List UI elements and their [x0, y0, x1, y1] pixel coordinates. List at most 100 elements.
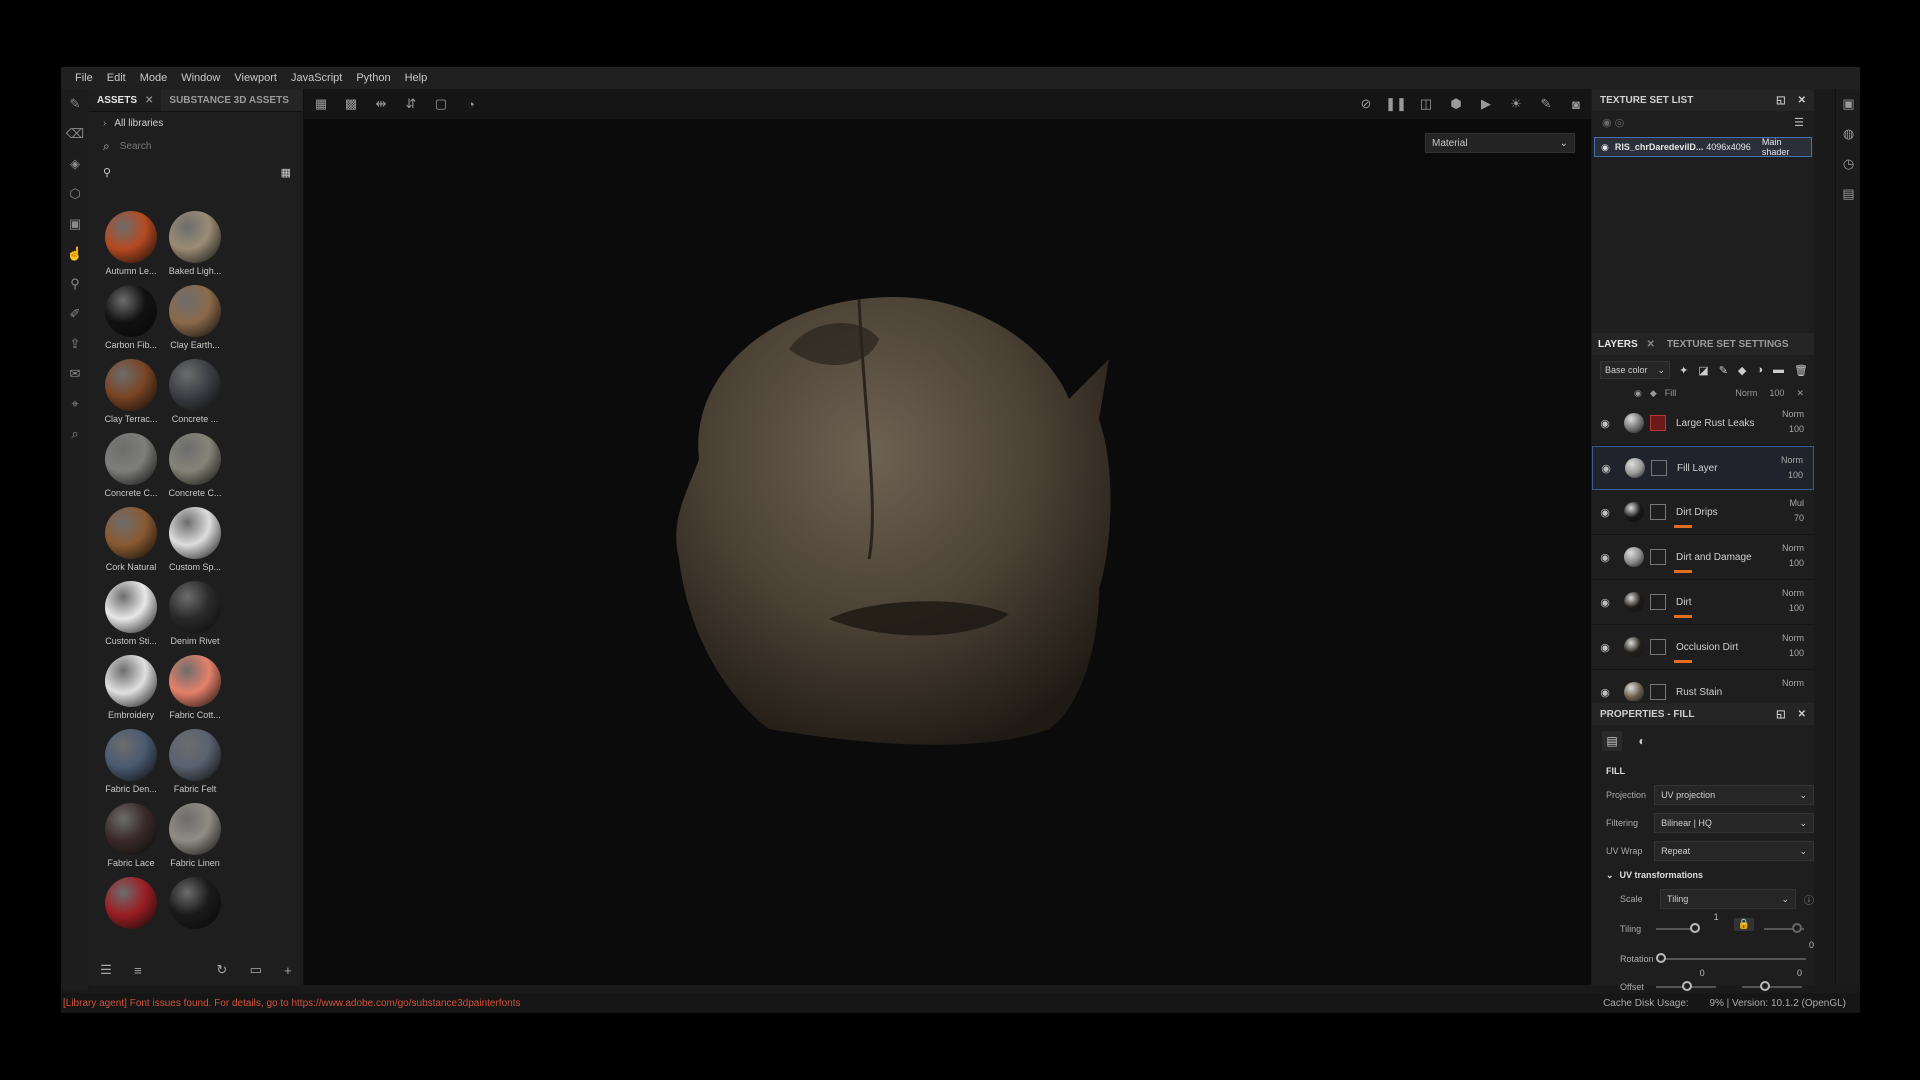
measure-icon[interactable]: ⌖ [61, 389, 89, 419]
zoom-icon[interactable]: ⌕ [61, 419, 89, 449]
add-fill-layer-icon[interactable]: ◆ [1738, 364, 1746, 377]
list-menu-icon[interactable]: ☰ [1794, 116, 1804, 129]
close-icon[interactable]: ✕ [1798, 95, 1806, 106]
tiling-slider[interactable]: 1 🔒 [1655, 912, 1814, 936]
smudge-icon[interactable]: ☝ [61, 239, 89, 269]
menu-item-javascript[interactable]: JavaScript [291, 72, 342, 84]
eye-icon[interactable]: ◉ [1634, 388, 1642, 399]
grid-icon[interactable]: ▦ [306, 96, 336, 112]
bake-icon[interactable]: ⇪ [61, 329, 89, 359]
asset-item[interactable]: Concrete C... [163, 431, 227, 503]
layer-blend[interactable]: Norm [1782, 676, 1804, 691]
layer-blend-mode[interactable]: Norm [1782, 588, 1804, 598]
history-icon[interactable]: ◔ [456, 97, 486, 112]
polygon-fill-icon[interactable]: ▣ [61, 209, 89, 239]
mask-thumbnail[interactable] [1650, 504, 1666, 520]
layer-blend[interactable]: Norm 100 [1782, 407, 1804, 437]
layer-blend-mode[interactable]: Norm [1782, 633, 1804, 643]
cube-icon[interactable]: ⬢ [1441, 96, 1471, 112]
filtering-select[interactable]: Bilinear | HQ ⌄ [1654, 813, 1814, 833]
layer-opacity[interactable]: 100 [1789, 424, 1804, 434]
asset-item[interactable]: Fabric Lace [99, 801, 163, 873]
tab-texture-set-settings[interactable]: TEXTURE SET SETTINGS [1661, 339, 1795, 350]
layer-opacity[interactable]: 100 [1789, 603, 1804, 613]
layer-row[interactable]: ◉ Dirt and Damage Norm 100 [1592, 535, 1814, 580]
asset-item[interactable]: Fabric Puc... [163, 875, 227, 929]
picker-icon[interactable]: ✐ [61, 299, 89, 329]
rotation-slider[interactable]: 0 [1655, 940, 1814, 966]
asset-item[interactable]: Custom Sti... [99, 579, 163, 651]
mask-thumbnail[interactable] [1650, 639, 1666, 655]
library-selector[interactable]: › All libraries [89, 112, 303, 134]
mask-thumbnail[interactable] [1650, 684, 1666, 700]
mask-thumbnail[interactable] [1650, 415, 1666, 431]
layer-blend[interactable]: Norm 100 [1782, 541, 1804, 571]
lock-icon[interactable]: 🔒 [1733, 918, 1755, 931]
header-blend[interactable]: Norm [1735, 388, 1757, 398]
asset-item[interactable]: Clay Earth... [163, 283, 227, 355]
add-mask-icon[interactable]: ◪ [1698, 364, 1708, 377]
asset-item[interactable]: Autumn Le... [99, 209, 163, 281]
slider-knob[interactable] [1681, 981, 1692, 991]
channel-select[interactable]: Base color ⌄ [1600, 361, 1670, 379]
close-icon[interactable]: ✕ [1646, 339, 1654, 350]
brush-icon[interactable]: ✎ [1531, 96, 1561, 112]
texture-set-row[interactable]: ◉ RIS_chrDaredevilD... 4096x4096 Main sh… [1594, 137, 1812, 157]
menu-item-edit[interactable]: Edit [107, 72, 126, 84]
mask-thumbnail[interactable] [1651, 460, 1667, 476]
screenshot-icon[interactable]: ◙ [1561, 97, 1591, 112]
eye-icon[interactable]: ◉ [1593, 462, 1619, 475]
header-opacity[interactable]: 100 [1769, 388, 1784, 398]
info-icon[interactable]: ⓘ [1804, 892, 1814, 907]
asset-item[interactable]: Concrete C... [99, 431, 163, 503]
eye-icon[interactable]: ◉ [1592, 506, 1618, 519]
eye-icon[interactable]: ◉ [1592, 641, 1618, 654]
add-folder-icon[interactable]: ▬ [1773, 364, 1784, 376]
slider-knob[interactable] [1759, 981, 1770, 991]
eye-icon[interactable]: ◉ [1601, 142, 1609, 153]
layer-row[interactable]: ◉ Dirt Drips Mul 70 [1592, 490, 1814, 535]
slider-knob[interactable] [1689, 923, 1700, 933]
asset-item[interactable]: Denim Rivet [163, 579, 227, 651]
clone-icon[interactable]: ⚲ [61, 269, 89, 299]
layer-blend-mode[interactable]: Norm [1782, 543, 1804, 553]
slider-knob[interactable] [1655, 953, 1666, 963]
material-mode-select[interactable]: Material ⌄ [1425, 133, 1575, 153]
undock-icon[interactable]: ◱ [1776, 95, 1785, 106]
eye-icon[interactable]: ◉ [1592, 686, 1618, 699]
layer-opacity[interactable]: 100 [1789, 558, 1804, 568]
eraser-icon[interactable]: ⌫ [61, 119, 89, 149]
asset-item[interactable]: Cork Natural [99, 505, 163, 577]
log-icon[interactable]: ▤ [1836, 179, 1860, 209]
asset-item[interactable]: Fabric Nylon [99, 875, 163, 929]
asset-item[interactable]: Fabric Linen [163, 801, 227, 873]
uvwrap-select[interactable]: Repeat ⌄ [1654, 841, 1814, 861]
layer-blend[interactable]: Norm 100 [1782, 586, 1804, 616]
asset-item[interactable]: Fabric Felt [163, 727, 227, 799]
layer-row[interactable]: ◉ Fill Layer Norm 100 [1592, 446, 1814, 490]
close-icon[interactable]: ✕ [1798, 709, 1806, 720]
layer-blend-mode[interactable]: Norm [1781, 455, 1803, 465]
tab-layers[interactable]: LAYERS ✕ [1592, 339, 1661, 350]
offset-slider[interactable]: 0 0 [1655, 968, 1814, 994]
close-icon[interactable]: ✕ [145, 95, 153, 106]
paint-brush-icon[interactable]: ✎ [61, 89, 89, 119]
layer-blend[interactable]: Norm 100 [1782, 631, 1804, 661]
sort-icon[interactable]: ☰ [100, 962, 112, 978]
add-icon[interactable]: + [284, 963, 292, 978]
filter-icon[interactable]: ⚲ [103, 166, 111, 179]
eye-icon[interactable]: ◉ [1592, 551, 1618, 564]
frame-icon[interactable]: ▢ [426, 96, 456, 112]
hide-icon[interactable]: ⊘ [1351, 96, 1381, 112]
menu-item-viewport[interactable]: Viewport [234, 72, 277, 84]
eye-icon[interactable]: ◉ [1592, 596, 1618, 609]
mask-thumbnail[interactable] [1650, 594, 1666, 610]
add-paint-layer-icon[interactable]: ✎ [1719, 364, 1728, 377]
tab-assets[interactable]: ASSETS ✕ [89, 89, 162, 111]
scale-select[interactable]: Tiling ⌄ [1660, 889, 1796, 909]
texture-set-icon[interactable]: ▣ [1836, 89, 1860, 119]
status-message[interactable]: [Library agent] Font issues found. For d… [61, 998, 521, 1009]
layer-opacity[interactable]: 70 [1794, 513, 1804, 523]
layer-blend[interactable]: Norm 100 [1781, 453, 1803, 483]
asset-item[interactable]: Fabric Den... [99, 727, 163, 799]
